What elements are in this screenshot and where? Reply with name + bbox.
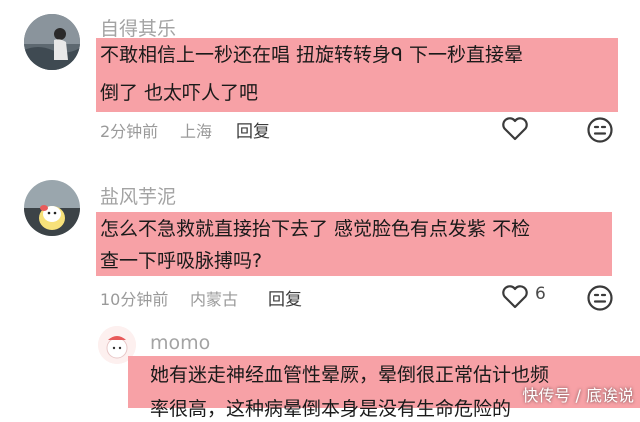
emoji-icon[interactable] bbox=[586, 116, 614, 148]
comment-username[interactable]: 自得其乐 bbox=[100, 14, 176, 41]
comment-text-line: 查一下呼吸脉搏吗? bbox=[100, 250, 263, 272]
heart-icon[interactable] bbox=[501, 284, 529, 314]
avatar-image bbox=[24, 14, 80, 70]
comment-text-line: 怎么不急救就直接抬下去了 感觉脸色有点发紫 不检 bbox=[100, 218, 531, 240]
avatar[interactable] bbox=[24, 180, 80, 236]
comment-text-line: 不敢相信上一秒还在唱 扭旋转转身ᑫ 下一秒直接晕 bbox=[100, 44, 524, 66]
comment-username[interactable]: 盐风芋泥 bbox=[100, 182, 176, 209]
comment-text-line: 率很高，这种病晕倒本身是没有生命危险的 bbox=[150, 398, 512, 420]
reply-button[interactable]: 回复 bbox=[236, 117, 270, 142]
heart-icon[interactable] bbox=[501, 116, 529, 146]
like-count: 6 bbox=[535, 284, 546, 304]
comment-text-line: 她有迷走神经血管性晕厥，晕倒很正常估计也频 bbox=[150, 364, 550, 386]
emoji-icon[interactable] bbox=[586, 284, 614, 316]
watermark: 快传号 / 底诶说 bbox=[522, 386, 634, 405]
comment-time: 2分钟前 bbox=[100, 122, 159, 141]
comment-location: 内蒙古 bbox=[190, 290, 239, 309]
reply-button[interactable]: 回复 bbox=[268, 285, 302, 310]
comment-username[interactable]: momo bbox=[150, 332, 210, 354]
avatar-image bbox=[24, 180, 80, 236]
avatar[interactable] bbox=[24, 14, 80, 70]
comment-text-line: 倒了 也太吓人了吧 bbox=[100, 82, 259, 104]
comment-location: 上海 bbox=[180, 122, 213, 141]
comment-time: 10分钟前 bbox=[100, 290, 169, 309]
